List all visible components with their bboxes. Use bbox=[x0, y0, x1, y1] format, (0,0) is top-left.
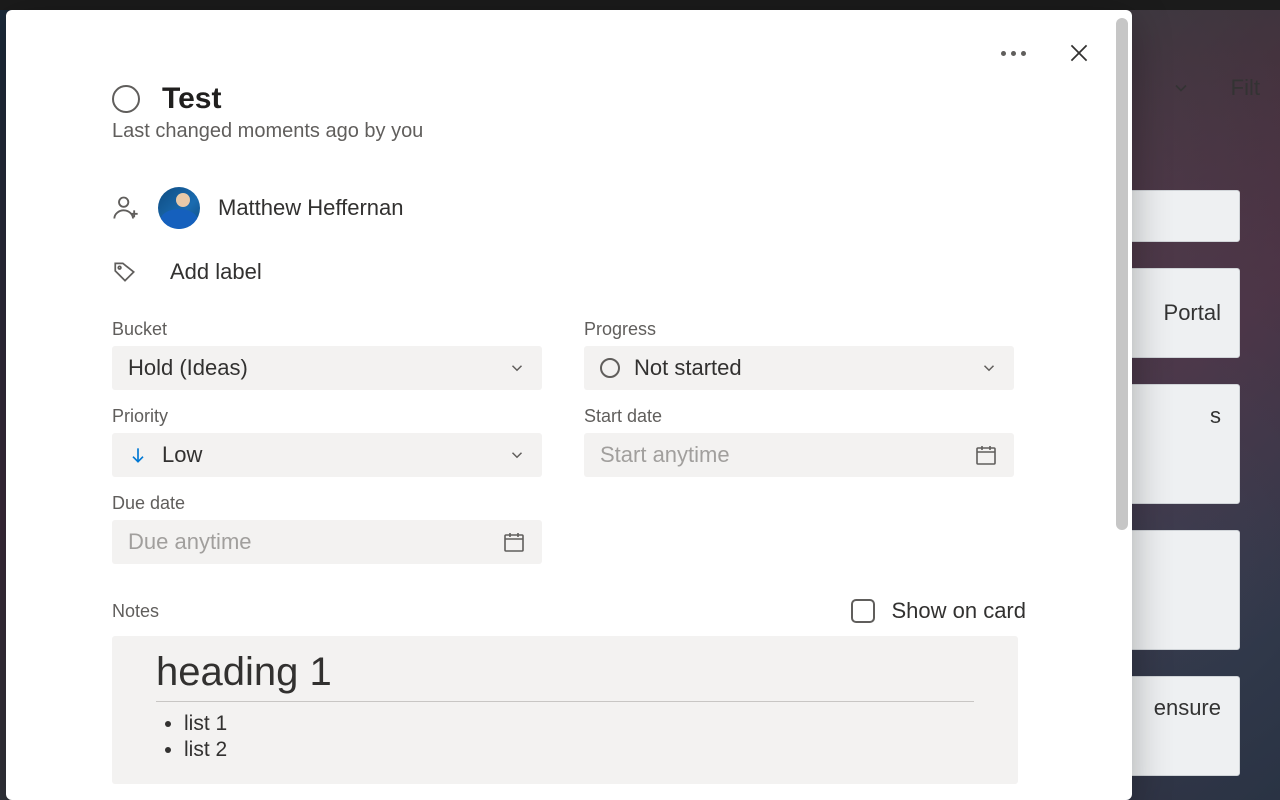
scrollbar[interactable] bbox=[1116, 18, 1128, 530]
arrow-down-icon bbox=[128, 445, 148, 465]
notes-heading: heading 1 bbox=[156, 650, 974, 702]
close-button[interactable] bbox=[1062, 36, 1096, 70]
checkbox-icon bbox=[851, 599, 875, 623]
start-date-input[interactable]: Start anytime bbox=[584, 433, 1014, 477]
assignee-name: Matthew Heffernan bbox=[218, 195, 403, 221]
calendar-icon bbox=[974, 443, 998, 467]
more-options-button[interactable] bbox=[997, 47, 1030, 60]
avatar bbox=[158, 187, 200, 229]
start-date-label: Start date bbox=[584, 406, 1014, 427]
chevron-down-icon bbox=[1171, 78, 1191, 98]
bucket-select[interactable]: Hold (Ideas) bbox=[112, 346, 542, 390]
list-item: list 2 bbox=[184, 738, 974, 762]
bucket-label: Bucket bbox=[112, 319, 542, 340]
task-modal: Test Last changed moments ago by you Mat… bbox=[6, 10, 1132, 800]
calendar-icon bbox=[502, 530, 526, 554]
notes-list: list 1 list 2 bbox=[156, 712, 974, 762]
chevron-down-icon bbox=[508, 359, 526, 377]
progress-value: Not started bbox=[634, 355, 742, 381]
show-on-card-toggle[interactable]: Show on card bbox=[851, 598, 1032, 624]
add-label-row[interactable]: Add label bbox=[112, 259, 1032, 285]
tag-icon bbox=[112, 259, 138, 285]
show-on-card-label: Show on card bbox=[891, 598, 1026, 624]
bucket-value: Hold (Ideas) bbox=[128, 355, 248, 381]
priority-label: Priority bbox=[112, 406, 542, 427]
chevron-down-icon bbox=[980, 359, 998, 377]
notes-editor[interactable]: heading 1 list 1 list 2 bbox=[112, 636, 1018, 784]
add-label-text: Add label bbox=[170, 259, 262, 285]
chevron-down-icon bbox=[508, 446, 526, 464]
person-add-icon bbox=[112, 194, 140, 222]
complete-task-toggle[interactable] bbox=[112, 85, 140, 113]
close-icon bbox=[1066, 40, 1092, 66]
app-topbar bbox=[0, 0, 1280, 10]
list-item: list 1 bbox=[184, 712, 974, 736]
assignee-row[interactable]: Matthew Heffernan bbox=[112, 187, 1032, 229]
due-date-label: Due date bbox=[112, 493, 542, 514]
priority-select[interactable]: Low bbox=[112, 433, 542, 477]
bg-toolbar-text: Filt bbox=[1231, 75, 1260, 101]
last-changed-text: Last changed moments ago by you bbox=[112, 120, 1032, 143]
circle-icon bbox=[600, 358, 620, 378]
priority-value: Low bbox=[162, 442, 202, 468]
progress-select[interactable]: Not started bbox=[584, 346, 1014, 390]
progress-label: Progress bbox=[584, 319, 1014, 340]
ellipsis-icon bbox=[1001, 51, 1026, 56]
notes-label: Notes bbox=[112, 601, 159, 622]
due-date-placeholder: Due anytime bbox=[128, 529, 252, 555]
due-date-input[interactable]: Due anytime bbox=[112, 520, 542, 564]
start-date-placeholder: Start anytime bbox=[600, 442, 730, 468]
task-title[interactable]: Test bbox=[162, 82, 221, 116]
